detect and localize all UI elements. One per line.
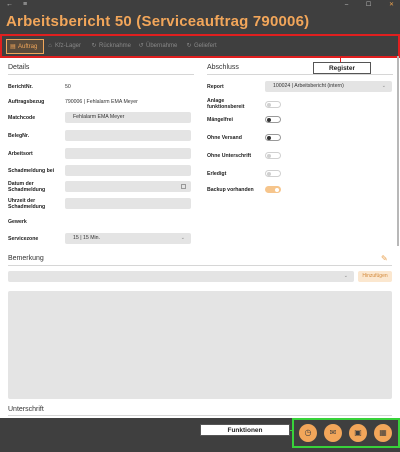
tab-uebernahme[interactable]: ↺ Übernahme — [135, 39, 183, 54]
auftragsbezug-value: 790006 | Fehlalarm EMA Meyer — [65, 99, 138, 105]
tab-kfz-lager[interactable]: ⌂ Kfz-Lager — [44, 39, 88, 54]
warehouse-icon: ⌂ — [48, 43, 52, 49]
save-icon: ▦ — [379, 428, 387, 437]
servicezone-label: Servicezone — [8, 236, 39, 242]
abschluss-divider — [207, 74, 393, 75]
send-mail-button[interactable]: ✉ — [324, 424, 342, 442]
details-divider — [8, 74, 194, 75]
register-tabbar: ▤ Auftrag ⌂ Kfz-Lager ↻ Rücknahme ↺ Übernahm… — [0, 34, 400, 58]
bemerkung-textarea[interactable] — [8, 291, 392, 399]
hamburger-menu-icon[interactable]: ≡ — [23, 1, 27, 8]
save-button[interactable]: ▦ — [374, 424, 392, 442]
delivered-icon: ↻ — [186, 43, 192, 49]
tab-geliefert[interactable]: ↻ Geliefert — [183, 39, 225, 54]
datum-input[interactable] — [65, 181, 191, 192]
toggle-label: Mängelfrei — [207, 117, 233, 123]
tab-auftrag[interactable]: ▤ Auftrag — [6, 39, 44, 54]
page-header: Arbeitsbericht 50 (Serviceauftrag 790006… — [0, 10, 400, 34]
ohne-versand-toggle[interactable] — [265, 134, 281, 141]
auftragsbezug-label: Auftragsbezug — [8, 99, 45, 105]
report-value: 100024 | Arbeitsbericht (intern) — [273, 83, 344, 89]
belegnr-label: BelegNr. — [8, 133, 30, 139]
toggle-label: Anlage funktionsbereit — [207, 98, 245, 110]
backup-vorhanden-toggle[interactable] — [265, 186, 281, 193]
belegnr-input[interactable] — [65, 130, 191, 141]
register-callout: Register — [313, 62, 371, 74]
chevron-down-icon: ⌄ — [343, 273, 348, 279]
tab-label: Rücknahme — [99, 43, 132, 49]
tab-label: Kfz-Lager — [55, 43, 82, 49]
return-icon: ↻ — [91, 43, 97, 49]
datum-label: Datum der Schadmeldung — [8, 181, 46, 193]
servicezone-value: 15 | 15 Min. — [73, 235, 101, 241]
anlage-funktionsbereit-toggle[interactable] — [265, 101, 281, 108]
report-select[interactable]: 100024 | Arbeitsbericht (intern) ⌄ — [265, 81, 392, 92]
transfer-icon: ↺ — [138, 43, 144, 49]
tab-label: Geliefert — [194, 43, 217, 49]
close-icon[interactable]: ✕ — [389, 2, 394, 8]
report-label: Report — [207, 84, 224, 90]
bemerkung-divider — [8, 265, 392, 266]
page-title: Arbeitsbericht 50 (Serviceauftrag 790006… — [6, 13, 310, 30]
arbeitsort-input[interactable] — [65, 148, 191, 159]
clipboard-icon: ▣ — [354, 428, 362, 437]
ohne-unterschrift-toggle[interactable] — [265, 152, 281, 159]
toggle-label: Ohne Unterschrift — [207, 153, 252, 159]
berichtnr-value: 50 — [65, 84, 71, 90]
scrollbar[interactable] — [397, 56, 399, 246]
maximize-icon[interactable]: ☐ — [366, 2, 371, 8]
tab-ruecknahme[interactable]: ↻ Rücknahme — [88, 39, 135, 54]
servicezone-select[interactable]: 15 | 15 Min. ⌄ — [65, 233, 191, 244]
matchcode-label: Matchcode — [8, 115, 36, 121]
funktionen-callout: Funktionen — [200, 424, 290, 436]
tab-label: Übernahme — [146, 43, 178, 49]
calendar-icon[interactable] — [181, 184, 186, 189]
uhrzeit-label: Uhrzeit der Schadmeldung — [8, 198, 46, 210]
back-arrow-icon[interactable]: ← — [6, 1, 13, 8]
toggle-label: Erledigt — [207, 171, 227, 177]
chevron-down-icon: ⌄ — [381, 83, 386, 89]
timer-icon: ◷ — [304, 428, 312, 437]
gewerk-label: Gewerk — [8, 219, 27, 225]
unterschrift-heading: Unterschrift — [8, 406, 44, 413]
send-mail-icon: ✉ — [329, 428, 337, 437]
add-button[interactable]: Hinzufügen — [358, 271, 392, 282]
minimize-icon[interactable]: – — [345, 2, 348, 8]
arbeitsort-label: Arbeitsort — [8, 151, 33, 157]
clipboard-button[interactable]: ▣ — [349, 424, 367, 442]
erledigt-toggle[interactable] — [265, 170, 281, 177]
window-titlebar: ← ≡ – ☐ ✕ — [0, 0, 400, 10]
list-icon: ▤ — [10, 44, 16, 50]
toggle-label: Backup vorhanden — [207, 187, 254, 193]
timer-button[interactable]: ◷ — [299, 424, 317, 442]
matchcode-input[interactable]: Fehlalarm EMA Meyer — [65, 112, 191, 123]
schadmeldung-bei-input[interactable] — [65, 165, 191, 176]
schadmeldung-bei-label: Schadmeldung bei — [8, 168, 55, 174]
bemerkung-select[interactable]: ⌄ — [8, 271, 354, 282]
maengelfrei-toggle[interactable] — [265, 116, 281, 123]
chevron-down-icon: ⌄ — [180, 235, 185, 241]
tab-label: Auftrag — [18, 44, 38, 50]
details-heading: Details — [8, 64, 30, 71]
edit-icon[interactable]: ✎ — [381, 255, 389, 263]
uhrzeit-input[interactable] — [65, 198, 191, 209]
toggle-label: Ohne Versand — [207, 135, 242, 141]
unterschrift-divider — [8, 415, 392, 416]
bemerkung-heading: Bemerkung — [8, 255, 44, 262]
berichtnr-label: BerichtNr. — [8, 84, 33, 90]
abschluss-heading: Abschluss — [207, 64, 239, 71]
